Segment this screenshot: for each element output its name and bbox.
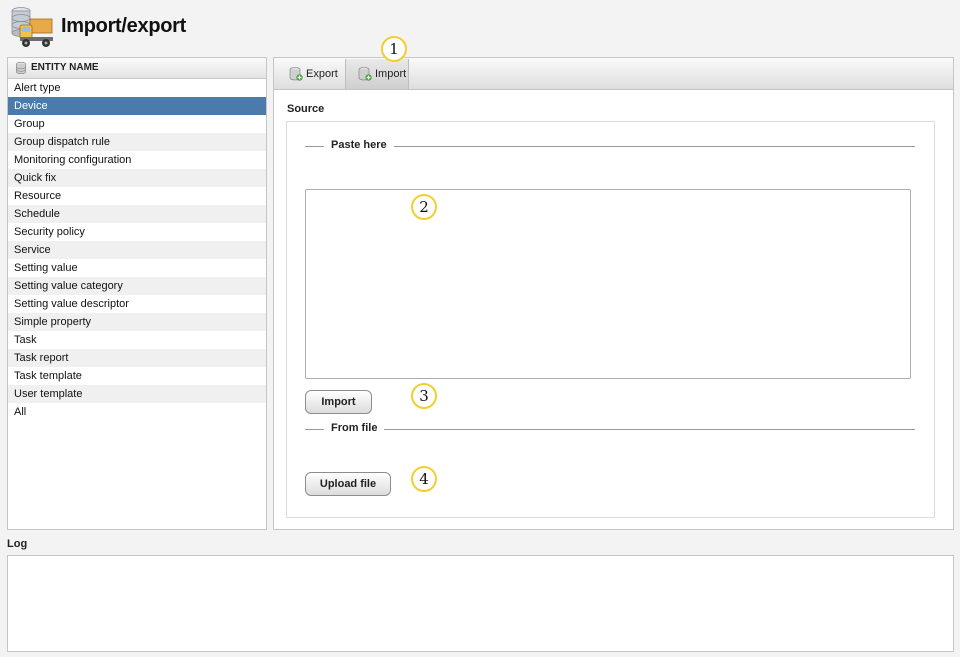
page-title: Import/export (61, 15, 186, 37)
database-icon (16, 62, 26, 74)
truck-database-icon (8, 5, 56, 49)
entity-item[interactable]: Security policy (8, 223, 266, 241)
entity-item[interactable]: Group dispatch rule (8, 133, 266, 151)
source-fieldset: Paste here Import From file Upload file (286, 121, 935, 518)
file-legend-divider (305, 429, 915, 430)
tab-export[interactable]: Export (289, 59, 338, 89)
log-label: Log (7, 538, 28, 550)
entity-item[interactable]: Resource (8, 187, 266, 205)
entity-item[interactable]: Quick fix (8, 169, 266, 187)
entity-column-header[interactable]: ENTITY NAME (8, 58, 266, 79)
entity-item[interactable]: Schedule (8, 205, 266, 223)
file-legend: From file (324, 422, 385, 434)
tab-bar: Export Import (274, 58, 953, 90)
entity-item[interactable]: Monitoring configuration (8, 151, 266, 169)
callout-4: 4 (411, 466, 437, 492)
database-export-icon (289, 67, 303, 81)
entity-list: Alert type Device Group Group dispatch rule… (8, 79, 266, 421)
callout-1: 1 (381, 36, 407, 62)
entity-item[interactable]: Setting value category (8, 277, 266, 295)
entity-item[interactable]: User template (8, 385, 266, 403)
entity-item[interactable]: Task (8, 331, 266, 349)
entity-item[interactable]: Alert type (8, 79, 266, 97)
paste-legend-divider (305, 146, 915, 147)
entity-item[interactable]: Setting value (8, 259, 266, 277)
entity-item[interactable]: Task template (8, 367, 266, 385)
import-export-panel: Export Import Source Paste here Import F… (273, 57, 954, 530)
callout-3: 3 (411, 383, 437, 409)
database-import-icon (358, 67, 372, 81)
entity-item[interactable]: Device (8, 97, 266, 115)
entity-item[interactable]: All (8, 403, 266, 421)
source-label: Source (287, 103, 325, 115)
paste-legend: Paste here (324, 139, 394, 151)
callout-2: 2 (411, 194, 437, 220)
paste-textarea[interactable] (305, 189, 911, 379)
entity-panel: ENTITY NAME Alert type Device Group Group d… (7, 57, 267, 530)
entity-item[interactable]: Service (8, 241, 266, 259)
log-output[interactable] (7, 555, 954, 652)
entity-item[interactable]: Group (8, 115, 266, 133)
tab-import[interactable]: Import (345, 59, 409, 89)
entity-item[interactable]: Task report (8, 349, 266, 367)
entity-column-header-label: ENTITY NAME (31, 62, 99, 73)
tab-export-label: Export (306, 68, 338, 80)
entity-item[interactable]: Simple property (8, 313, 266, 331)
tab-import-label: Import (375, 68, 407, 80)
entity-item[interactable]: Setting value descriptor (8, 295, 266, 313)
upload-file-button[interactable]: Upload file (305, 472, 391, 496)
import-button[interactable]: Import (305, 390, 372, 414)
